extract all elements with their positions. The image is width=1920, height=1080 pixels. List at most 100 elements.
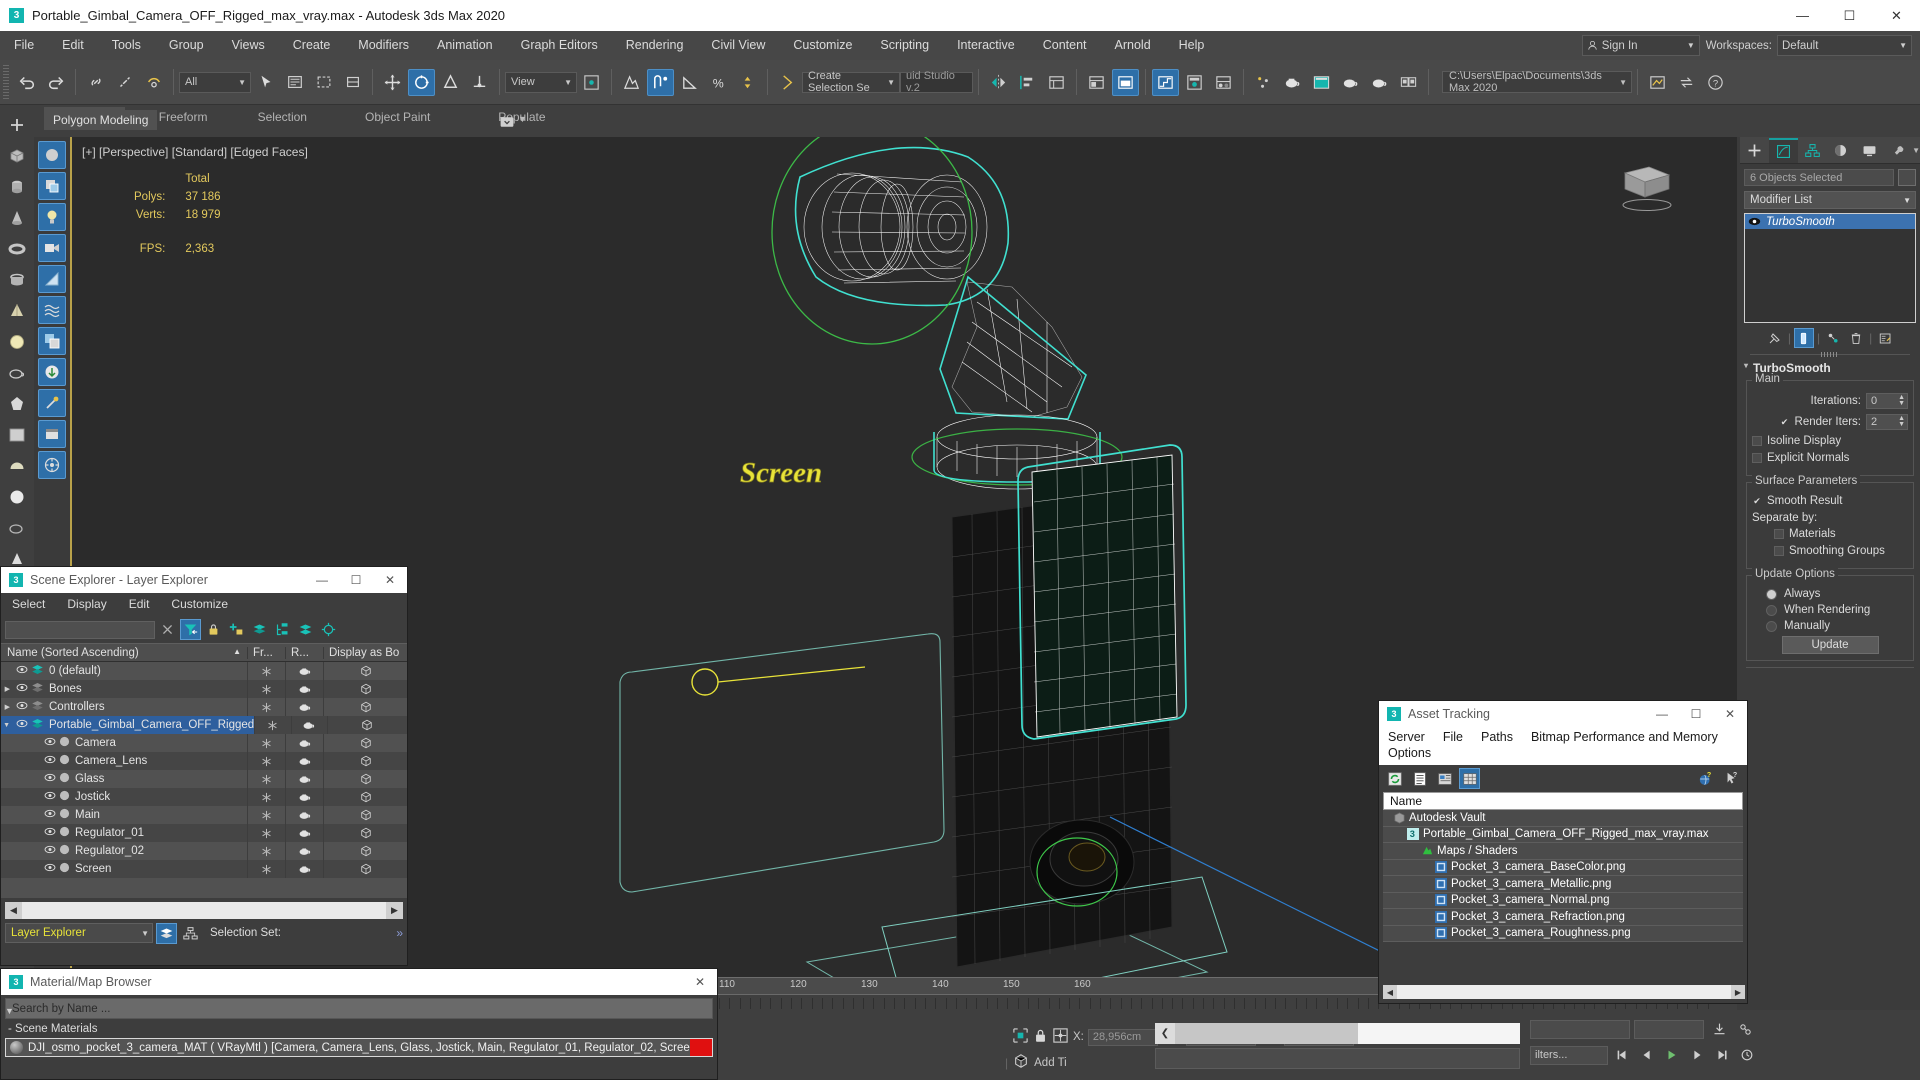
renderable-teapot-icon[interactable] <box>298 828 312 838</box>
smooth-result-row[interactable]: ✔ Smooth Result <box>1752 495 1908 507</box>
spinner-snap-toggle-icon[interactable] <box>734 69 761 96</box>
ribbon-tab-selection[interactable]: Selection <box>242 107 323 127</box>
scene-explorer-menu-edit[interactable]: Edit <box>118 593 161 616</box>
pin-stack-icon[interactable] <box>1765 328 1785 348</box>
renderable-cell[interactable] <box>285 680 323 698</box>
chevron-down-icon[interactable]: ▼ <box>1912 146 1920 155</box>
status-scrollbar[interactable]: ❮ <box>1155 1023 1520 1044</box>
toggle-scene-explorer-icon[interactable] <box>1043 69 1070 96</box>
group-filter-icon[interactable] <box>38 327 66 355</box>
renderable-cell[interactable] <box>290 716 327 734</box>
select-object-icon[interactable] <box>252 69 279 96</box>
open-ats-icon[interactable] <box>1395 69 1422 96</box>
scene-explorer-row[interactable]: Camera <box>1 734 407 752</box>
add-layer-icon[interactable] <box>226 619 247 640</box>
eye-icon[interactable] <box>44 845 56 854</box>
asset-tracking-row[interactable]: 3 Portable_Gimbal_Camera_OFF_Rigged_max_v… <box>1383 826 1743 843</box>
column-name-header[interactable]: Name (Sorted Ascending) ▲ <box>1 647 247 659</box>
menu-item-animation[interactable]: Animation <box>423 31 507 60</box>
always-radio[interactable] <box>1766 588 1777 600</box>
sign-in-dropdown[interactable]: Sign In ▼ <box>1581 35 1700 56</box>
bind-to-spacewarp-icon[interactable] <box>140 69 167 96</box>
scene-explorer-row[interactable]: Glass <box>1 770 407 788</box>
reference-coordinate-system-dropdown[interactable]: View ▼ <box>505 71 577 93</box>
display-as-box-icon[interactable] <box>360 683 372 695</box>
renderable-cell[interactable] <box>285 806 323 824</box>
menu-item-scripting[interactable]: Scripting <box>866 31 943 60</box>
material-editor-icon[interactable] <box>1210 69 1237 96</box>
point-filter-icon[interactable] <box>38 420 66 448</box>
scene-explorer-menu-customize[interactable]: Customize <box>160 593 239 616</box>
lights-filter-icon[interactable] <box>38 203 66 231</box>
expander-icon[interactable]: ▶ <box>1 703 13 711</box>
modifier-list-dropdown[interactable]: Modifier List ▼ <box>1744 191 1916 209</box>
close-button[interactable]: ✕ <box>1713 701 1747 727</box>
eye-icon[interactable] <box>44 755 56 764</box>
scroll-right-icon[interactable]: ▶ <box>1731 985 1745 999</box>
when-rendering-row[interactable]: When Rendering <box>1752 604 1908 616</box>
asset-tracking-menu-file[interactable]: File <box>1434 729 1472 745</box>
asset-tracking-row[interactable]: Maps / Shaders <box>1383 843 1743 860</box>
particle-view-icon[interactable] <box>1250 69 1277 96</box>
scroll-left-icon[interactable]: ◀ <box>5 902 22 919</box>
command-panel-create-icon[interactable] <box>3 111 31 139</box>
add-time-tag-label[interactable]: Add Ti <box>1034 1057 1067 1069</box>
render-preset-dropdown[interactable]: uid Studio v.2 <box>900 70 973 94</box>
renderable-cell[interactable] <box>285 842 323 860</box>
eye-icon[interactable] <box>44 827 56 836</box>
display-as-box-cell[interactable] <box>323 806 407 824</box>
manually-radio[interactable] <box>1766 620 1777 632</box>
expander-icon[interactable]: ▶ <box>1 685 13 693</box>
material-browser-title-bar[interactable]: 3 Material/Map Browser ✕ <box>1 969 717 995</box>
asset-tracking-row[interactable]: Pocket_3_camera_Metallic.png <box>1383 876 1743 893</box>
asset-tracking-horizontal-scrollbar[interactable]: ◀ ▶ <box>1383 985 1745 999</box>
edit-named-selection-sets-icon[interactable] <box>774 69 801 96</box>
project-path-dropdown[interactable]: C:\Users\Elpac\Documents\3ds Max 2020 ▼ <box>1442 70 1632 94</box>
manually-row[interactable]: Manually <box>1752 620 1908 632</box>
freeze-icon[interactable] <box>261 810 272 821</box>
geosphere-primitive-icon[interactable] <box>3 390 31 418</box>
display-as-box-cell[interactable] <box>323 680 407 698</box>
renderable-cell[interactable] <box>285 752 323 770</box>
asset-tracking-row[interactable]: Pocket_3_camera_Refraction.png <box>1383 909 1743 926</box>
ik-filter-icon[interactable] <box>38 389 66 417</box>
render-iters-spinner[interactable]: 2 ▲ ▼ <box>1866 414 1908 430</box>
schematic-view-icon[interactable] <box>1181 69 1208 96</box>
undo-icon[interactable] <box>13 69 40 96</box>
menu-item-customize[interactable]: Customize <box>779 31 866 60</box>
go-to-start-icon[interactable] <box>1611 1044 1633 1066</box>
menu-item-rendering[interactable]: Rendering <box>612 31 698 60</box>
collapse-arrow-icon[interactable]: ▼ <box>5 1006 14 1016</box>
selection-name-field[interactable]: 6 Objects Selected <box>1744 169 1894 186</box>
freeze-cell[interactable] <box>247 662 285 680</box>
scene-explorer-menu-select[interactable]: Select <box>1 593 56 616</box>
scene-explorer-horizontal-scrollbar[interactable]: ◀ ▶ <box>5 902 403 919</box>
menu-item-modifiers[interactable]: Modifiers <box>344 31 423 60</box>
asset-tracking-list[interactable]: Autodesk Vault 3 Portable_Gimbal_Camera_OF… <box>1383 810 1743 942</box>
display-as-box-icon[interactable] <box>360 773 372 785</box>
renderable-teapot-icon[interactable] <box>298 738 312 748</box>
scene-explorer-row[interactable]: Screen <box>1 860 407 878</box>
teapot-primitive-icon[interactable] <box>3 359 31 387</box>
minimize-button[interactable]: — <box>1645 701 1679 727</box>
plane-primitive-icon[interactable] <box>3 421 31 449</box>
layer-hierarchy-icon[interactable] <box>272 619 293 640</box>
scene-explorer-row[interactable]: ▼ Portable_Gimbal_Camera_OFF_Rigged <box>1 716 407 734</box>
renderable-cell[interactable] <box>285 698 323 716</box>
menu-item-create[interactable]: Create <box>279 31 345 60</box>
remove-modifier-icon[interactable] <box>1846 328 1866 348</box>
cameras-filter-icon[interactable] <box>38 234 66 262</box>
asset-tracking-title-bar[interactable]: 3 Asset Tracking — ☐ ✕ <box>1379 701 1747 727</box>
show-end-result-icon[interactable] <box>1793 328 1814 348</box>
tab-hierarchy[interactable] <box>1798 138 1827 163</box>
previous-frame-icon[interactable] <box>1636 1044 1658 1066</box>
smooth-result-checkbox[interactable]: ✔ <box>1752 496 1762 506</box>
column-display-header[interactable]: Display as Bo <box>323 646 407 659</box>
display-as-box-cell[interactable] <box>323 824 407 842</box>
curve-editor-icon[interactable] <box>1152 68 1179 96</box>
toolbar-grip[interactable] <box>3 65 9 99</box>
column-freeze-header[interactable]: Fr... <box>247 646 285 659</box>
key-filters-icon[interactable] <box>1708 1018 1730 1040</box>
menu-item-help[interactable]: Help <box>1165 31 1219 60</box>
cylinder-primitive-icon[interactable] <box>3 173 31 201</box>
